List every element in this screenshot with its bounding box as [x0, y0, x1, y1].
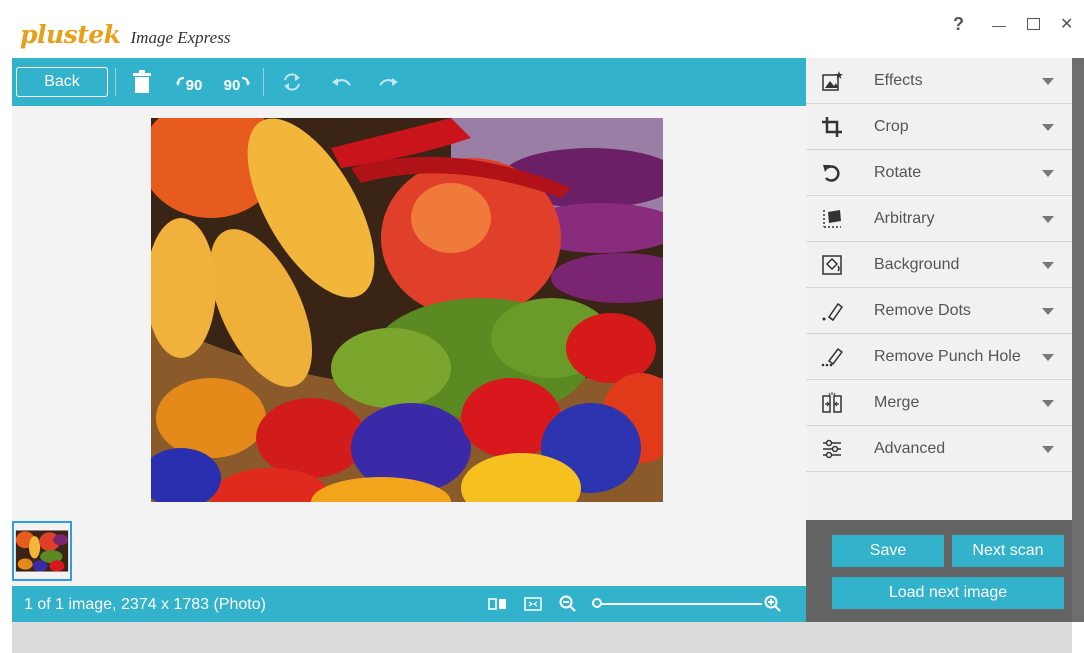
- flip-icon: [284, 73, 300, 91]
- advanced-icon: [820, 437, 844, 461]
- status-bar: 1 of 1 image, 2374 x 1783 (Photo): [12, 586, 806, 622]
- chevron-down-icon: [1042, 400, 1054, 407]
- action-area: Save Next scan Load next image: [806, 520, 1072, 622]
- remove-punch-hole-icon: [820, 345, 844, 369]
- rotate-left-arrow-icon: [175, 77, 184, 86]
- panel-item-arbitrary[interactable]: Arbitrary: [806, 196, 1072, 242]
- rotate-left-90-button[interactable]: 90: [172, 68, 206, 96]
- image-info-text: 1 of 1 image, 2374 x 1783 (Photo): [24, 596, 266, 613]
- undo-button[interactable]: [330, 68, 354, 96]
- fit-page-icon: [524, 597, 542, 611]
- toolbar-divider: [115, 68, 116, 96]
- chevron-down-icon: [1042, 170, 1054, 177]
- panel-item-remove-punch-hole[interactable]: Remove Punch Hole: [806, 334, 1072, 380]
- scanned-photo[interactable]: [151, 118, 663, 502]
- bottom-bar: [12, 622, 1072, 653]
- toolbar-divider: [263, 68, 264, 96]
- rotate-left-label: 90: [185, 76, 203, 94]
- panel-item-label: Crop: [874, 118, 909, 135]
- zoom-out-icon: [559, 595, 576, 612]
- panel-item-label: Background: [874, 256, 960, 273]
- chevron-down-icon: [1042, 78, 1054, 85]
- panel-item-label: Arbitrary: [874, 210, 935, 227]
- remove-dots-icon: [820, 299, 844, 323]
- maximize-icon: [1027, 18, 1040, 30]
- close-button[interactable]: ✕: [1060, 14, 1073, 34]
- panel-item-background[interactable]: Background: [806, 242, 1072, 288]
- flip-button[interactable]: [280, 68, 304, 96]
- brand-name: plustek: [20, 20, 121, 49]
- panel-item-label: Effects: [874, 72, 923, 89]
- app-logo: plustek Image Express: [20, 20, 230, 49]
- zoom-in-button[interactable]: [764, 594, 782, 614]
- maximize-button[interactable]: [1027, 14, 1040, 35]
- panel-item-label: Remove Punch Hole: [874, 348, 1021, 365]
- crop-icon: [820, 115, 844, 139]
- edit-tools-panel: Effects Crop Rotate Arbitrary Background: [806, 58, 1072, 622]
- chevron-down-icon: [1042, 262, 1054, 269]
- redo-icon: [379, 78, 398, 86]
- delete-button[interactable]: [129, 68, 155, 96]
- undo-icon: [332, 78, 351, 86]
- redo-button[interactable]: [376, 68, 400, 96]
- rotate-icon: [820, 161, 844, 185]
- chevron-down-icon: [1042, 354, 1054, 361]
- fit-width-icon: [488, 598, 506, 610]
- chevron-down-icon: [1042, 124, 1054, 131]
- panel-item-label: Merge: [874, 394, 920, 411]
- rotate-right-arrow-icon: [242, 77, 251, 86]
- fit-width-button[interactable]: [488, 594, 508, 614]
- chevron-down-icon: [1042, 308, 1054, 315]
- panel-item-advanced[interactable]: Advanced: [806, 426, 1072, 472]
- panel-item-label: Advanced: [874, 440, 946, 457]
- zoom-in-icon: [764, 595, 781, 612]
- main-workspace: Back 90 90 1 of 1 image, 2374 x 1783 (Ph…: [12, 58, 806, 622]
- panel-item-rotate[interactable]: Rotate: [806, 150, 1072, 196]
- panel-item-label: Remove Dots: [874, 302, 971, 319]
- toolbar: Back 90 90: [12, 58, 806, 106]
- fit-page-button[interactable]: [524, 594, 542, 614]
- background-icon: [820, 253, 844, 277]
- zoom-slider-knob[interactable]: [592, 598, 602, 608]
- zoom-out-button[interactable]: [559, 594, 577, 614]
- effects-icon: [820, 69, 844, 93]
- trash-icon: [133, 70, 151, 93]
- zoom-slider[interactable]: [592, 598, 762, 608]
- load-next-image-button[interactable]: Load next image: [832, 577, 1064, 609]
- help-button[interactable]: ?: [953, 14, 964, 35]
- panel-scrollbar[interactable]: [1072, 58, 1084, 622]
- thumbnail-strip: [12, 519, 806, 586]
- panel-item-merge[interactable]: Merge: [806, 380, 1072, 426]
- rotate-right-90-button[interactable]: 90: [220, 68, 254, 96]
- arbitrary-icon: [820, 207, 844, 231]
- product-name: Image Express: [130, 28, 231, 47]
- chevron-down-icon: [1042, 216, 1054, 223]
- title-bar: plustek Image Express ? — ✕: [0, 0, 1084, 58]
- save-button[interactable]: Save: [832, 535, 944, 567]
- image-viewer: [12, 106, 806, 519]
- panel-item-remove-dots[interactable]: Remove Dots: [806, 288, 1072, 334]
- chevron-down-icon: [1042, 446, 1054, 453]
- rotate-right-label: 90: [223, 76, 241, 94]
- panel-item-effects[interactable]: Effects: [806, 58, 1072, 104]
- thumbnail-image[interactable]: [12, 521, 72, 581]
- minimize-button[interactable]: —: [992, 17, 1006, 33]
- next-scan-button[interactable]: Next scan: [952, 535, 1064, 567]
- panel-item-crop[interactable]: Crop: [806, 104, 1072, 150]
- back-button[interactable]: Back: [16, 67, 108, 97]
- merge-icon: [820, 391, 844, 415]
- panel-item-label: Rotate: [874, 164, 922, 181]
